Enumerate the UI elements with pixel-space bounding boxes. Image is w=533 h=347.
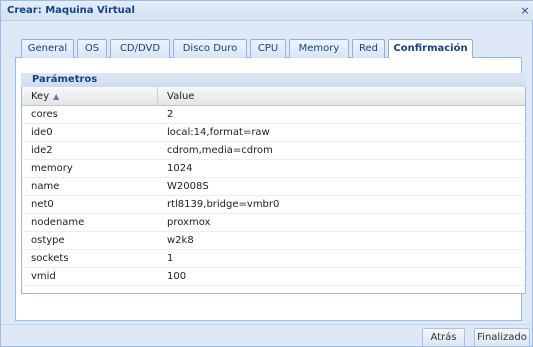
tab-cpu[interactable]: CPU	[250, 39, 286, 58]
tab-cd-dvd[interactable]: CD/DVD	[110, 39, 170, 58]
close-icon[interactable]: ×	[519, 4, 531, 17]
row-value: 1	[167, 253, 174, 264]
row-key: sockets	[31, 253, 69, 264]
row-key: name	[31, 181, 60, 192]
row-value: 100	[167, 271, 187, 282]
dialog-title: Crear: Maquina Virtual	[7, 5, 135, 16]
parameters-grid: Key ▲ Value cores 2 ide0 local:14,format=…	[21, 87, 526, 294]
row-value: 2	[167, 109, 174, 120]
row-key: ide2	[31, 145, 53, 156]
row-key: net0	[31, 199, 54, 210]
tab-disco-duro[interactable]: Disco Duro	[173, 39, 247, 58]
back-button[interactable]: Atrás	[422, 328, 465, 347]
dialog-titlebar[interactable]: Crear: Maquina Virtual ×	[1, 1, 533, 21]
grid-header: Key ▲ Value	[22, 87, 525, 106]
row-key: ostype	[31, 235, 65, 246]
row-value: 1024	[167, 163, 193, 174]
row-value: cdrom,media=cdrom	[167, 145, 273, 156]
tab-red[interactable]: Red	[352, 39, 385, 58]
wizard-tabstrip: General OS CD/DVD Disco Duro CPU Memory …	[15, 39, 522, 59]
row-value: W2008S	[167, 181, 209, 192]
row-value: w2k8	[167, 235, 194, 246]
table-row[interactable]: ostype w2k8	[22, 232, 525, 250]
table-row[interactable]: name W2008S	[22, 178, 525, 196]
row-value: local:14,format=raw	[167, 127, 270, 138]
table-row[interactable]: ide0 local:14,format=raw	[22, 124, 525, 142]
row-key: cores	[31, 109, 58, 120]
column-header-value[interactable]: Value	[158, 87, 525, 106]
table-row[interactable]: memory 1024	[22, 160, 525, 178]
row-key: vmid	[31, 271, 56, 282]
tab-confirmacion[interactable]: Confirmación	[388, 39, 473, 59]
table-row[interactable]: sockets 1	[22, 250, 525, 268]
tab-general[interactable]: General	[21, 39, 74, 58]
table-row[interactable]: nodename proxmox	[22, 214, 525, 232]
tab-os[interactable]: OS	[77, 39, 107, 58]
footer-divider	[1, 324, 533, 325]
tab-memory[interactable]: Memory	[289, 39, 349, 58]
row-value: proxmox	[167, 217, 211, 228]
column-header-key[interactable]: Key ▲	[22, 87, 158, 106]
table-row[interactable]: ide2 cdrom,media=cdrom	[22, 142, 525, 160]
create-vm-dialog: Crear: Maquina Virtual × General OS CD/D…	[0, 0, 533, 347]
row-key: ide0	[31, 127, 53, 138]
row-key: memory	[31, 163, 73, 174]
parameters-legend: Parámetros	[21, 73, 526, 87]
table-row[interactable]: cores 2	[22, 106, 525, 124]
column-header-key-label: Key	[31, 91, 50, 102]
finish-button[interactable]: Finalizado	[474, 328, 530, 347]
row-key: nodename	[31, 217, 85, 228]
sort-asc-icon: ▲	[53, 92, 60, 101]
table-row[interactable]: vmid 100	[22, 268, 525, 286]
row-value: rtl8139,bridge=vmbr0	[167, 199, 280, 210]
table-row[interactable]: net0 rtl8139,bridge=vmbr0	[22, 196, 525, 214]
